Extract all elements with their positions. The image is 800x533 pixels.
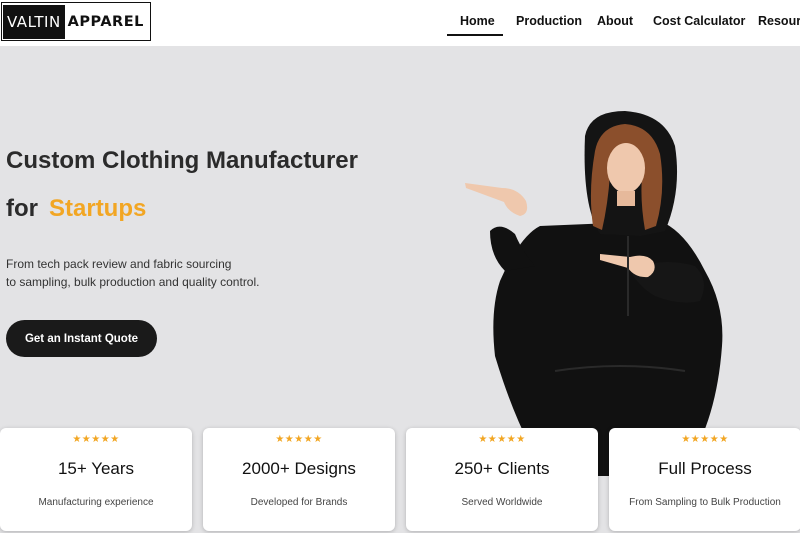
stat-card-subtitle: Served Worldwide [461, 497, 543, 508]
hero-description: From tech pack review and fabric sourcin… [6, 255, 259, 291]
hero-title-accent: Startups [49, 195, 147, 222]
rating-stars-icon: ★★★★★ [478, 434, 526, 445]
nav-item-production[interactable]: Production [516, 14, 582, 28]
stat-card: ★★★★★ 2000+ Designs Developed for Brands [203, 428, 395, 531]
stat-card-subtitle: Manufacturing experience [38, 497, 154, 508]
hero-title: Custom Clothing Manufacturer [6, 147, 358, 174]
stat-card: ★★★★★ 15+ Years Manufacturing experience [0, 428, 192, 531]
hero-description-line-2: to sampling, bulk production and quality… [6, 275, 260, 289]
nav-item-about[interactable]: About [597, 14, 633, 28]
instant-quote-button[interactable]: Get an Instant Quote [6, 320, 157, 357]
stat-card-title: 15+ Years [57, 459, 135, 478]
nav-active-underline [447, 34, 503, 36]
stat-card-subtitle: Developed for Brands [250, 497, 348, 508]
stat-card-title: Full Process [658, 459, 752, 478]
stat-card-title: 2000+ Designs [242, 459, 356, 478]
site-header: VALTIN APPAREL Home Production About Cos… [0, 0, 800, 46]
nav-item-home[interactable]: Home [460, 14, 495, 28]
stat-card-subtitle: From Sampling to Bulk Production [629, 497, 781, 508]
nav-item-cost-calculator[interactable]: Cost Calculator [653, 14, 745, 28]
rating-stars-icon: ★★★★★ [72, 434, 120, 445]
hero-title-prefix: for [6, 195, 38, 222]
rating-stars-icon: ★★★★★ [275, 434, 323, 445]
rating-stars-icon: ★★★★★ [681, 434, 729, 445]
hero-description-line-1: From tech pack review and fabric sourcin… [6, 257, 232, 271]
page: VALTIN APPAREL Home Production About Cos… [0, 0, 800, 533]
stat-card: ★★★★★ Full Process From Sampling to Bulk… [609, 428, 800, 531]
main-nav: Home Production About Cost Calculator Re… [0, 0, 800, 46]
stat-card: ★★★★★ 250+ Clients Served Worldwide [406, 428, 598, 531]
stat-card-title: 250+ Clients [454, 459, 550, 478]
nav-item-resources[interactable]: Resources [758, 14, 800, 28]
